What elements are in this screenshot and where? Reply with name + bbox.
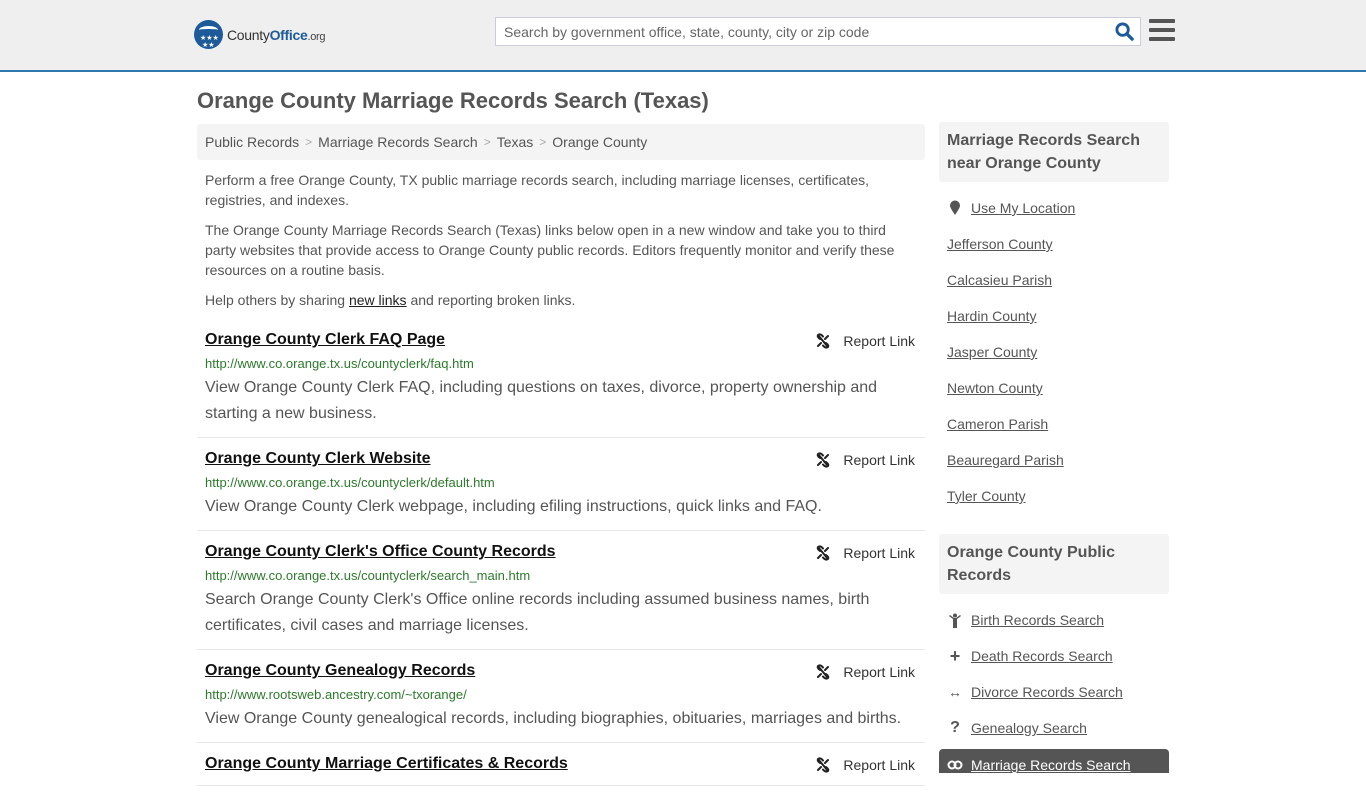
nearby-list: Use My Location Jefferson County Calcasi… (939, 182, 1169, 514)
sidebar: Marriage Records Search near Orange Coun… (939, 122, 1169, 773)
broken-link-icon (817, 664, 830, 680)
result-description: View Orange County Clerk FAQ, including … (205, 379, 878, 422)
breadcrumb-public-records[interactable]: Public Records (205, 134, 299, 150)
breadcrumb-separator: > (305, 135, 313, 149)
broken-link-icon (817, 333, 830, 349)
nearby-link-jasper-county[interactable]: Jasper County (947, 344, 1037, 360)
breadcrumb: Public Records > Marriage Records Search… (197, 124, 925, 160)
use-my-location-item: Use My Location (947, 190, 1161, 226)
nearby-item: Newton County (947, 370, 1161, 406)
report-link-button[interactable]: Report Link (815, 545, 915, 561)
breadcrumb-separator: > (483, 135, 491, 149)
hamburger-menu-button[interactable] (1149, 19, 1175, 41)
search-button[interactable] (1108, 18, 1140, 45)
rings-icon (947, 757, 963, 773)
public-records-heading: Orange County Public Records (939, 534, 1169, 594)
nearby-item: Cameron Parish (947, 406, 1161, 442)
broken-link-icon (817, 545, 830, 561)
arrows-horizontal-icon: ↔ (948, 684, 962, 700)
new-links-link[interactable]: new links (349, 292, 407, 308)
nearby-link-tyler-county[interactable]: Tyler County (947, 488, 1026, 504)
list-item: Orange County Clerk Website Report Link … (197, 448, 925, 531)
result-description: View Orange County Clerk webpage, includ… (205, 498, 822, 515)
active-sidebar-item: Marriage Records Search (939, 749, 1169, 773)
public-record-item: + Death Records Search (947, 638, 1161, 674)
report-link-button[interactable]: Report Link (815, 333, 915, 349)
nearby-item: Beauregard Parish (947, 442, 1161, 478)
search-icon (1114, 22, 1134, 41)
result-title-link[interactable]: Orange County Marriage Certificates & Re… (205, 753, 568, 775)
result-description: Search Orange County Clerk's Office onli… (205, 591, 870, 634)
intro-paragraph-3: Help others by sharing new links and rep… (205, 292, 576, 308)
nearby-heading: Marriage Records Search near Orange Coun… (939, 122, 1169, 182)
question-icon: ? (950, 719, 960, 736)
cross-icon: + (949, 645, 961, 666)
result-title-link[interactable]: Orange County Clerk FAQ Page (205, 329, 445, 351)
child-icon (947, 613, 963, 628)
search-bar (495, 17, 1141, 46)
list-item: Orange County Genealogy Records Report L… (197, 660, 925, 743)
intro-paragraph-2: The Orange County Marriage Records Searc… (205, 222, 895, 278)
eagle-logo-icon: ★★★ ★★ (194, 20, 223, 49)
result-url: http://www.co.orange.tx.us/countyclerk/s… (205, 568, 531, 583)
result-description: View Orange County genealogical records,… (205, 710, 902, 727)
broken-link-icon (817, 757, 830, 773)
result-url: http://www.co.orange.tx.us/countyclerk/f… (205, 356, 474, 371)
list-item: Orange County Clerk FAQ Page Report Link… (197, 329, 925, 438)
list-item: Orange County Clerk's Office County Reco… (197, 541, 925, 650)
nearby-link-cameron-parish[interactable]: Cameron Parish (947, 416, 1048, 432)
site-logo[interactable]: ★★★ ★★ CountyOffice.org (194, 20, 326, 49)
use-my-location-link[interactable]: Use My Location (971, 200, 1075, 216)
nearby-item: Jasper County (947, 334, 1161, 370)
genealogy-search-link[interactable]: Genealogy Search (971, 720, 1087, 736)
nearby-item: Tyler County (947, 478, 1161, 514)
report-link-button[interactable]: Report Link (815, 452, 915, 468)
result-title-link[interactable]: Orange County Clerk's Office County Reco… (205, 541, 556, 563)
nearby-item: Calcasieu Parish (947, 262, 1161, 298)
death-records-search-link[interactable]: Death Records Search (971, 648, 1113, 664)
page-title: Orange County Marriage Records Search (T… (197, 88, 709, 113)
broken-link-icon (817, 452, 830, 468)
nearby-link-newton-county[interactable]: Newton County (947, 380, 1043, 396)
breadcrumb-marriage-records-search[interactable]: Marriage Records Search (318, 134, 478, 150)
nearby-item: Hardin County (947, 298, 1161, 334)
birth-records-search-link[interactable]: Birth Records Search (971, 612, 1104, 628)
results-list: Orange County Clerk FAQ Page Report Link… (197, 329, 925, 786)
public-record-item: Birth Records Search (947, 602, 1161, 638)
divorce-records-search-link[interactable]: Divorce Records Search (971, 684, 1123, 700)
breadcrumb-orange-county[interactable]: Orange County (552, 134, 647, 150)
top-navigation-bar: ★★★ ★★ CountyOffice.org (0, 0, 1366, 72)
result-url: http://www.co.orange.tx.us/countyclerk/d… (205, 475, 495, 490)
list-item: Orange County Marriage Certificates & Re… (197, 753, 925, 786)
breadcrumb-separator: > (539, 135, 547, 149)
marriage-records-search-link[interactable]: Marriage Records Search (971, 757, 1131, 773)
result-title-link[interactable]: Orange County Clerk Website (205, 448, 431, 470)
nearby-link-calcasieu-parish[interactable]: Calcasieu Parish (947, 272, 1052, 288)
nearby-link-hardin-county[interactable]: Hardin County (947, 308, 1037, 324)
report-link-button[interactable]: Report Link (815, 664, 915, 680)
nearby-link-beauregard-parish[interactable]: Beauregard Parish (947, 452, 1064, 468)
public-records-list: Birth Records Search + Death Records Sea… (939, 594, 1169, 746)
result-url: http://www.rootsweb.ancestry.com/~txoran… (205, 687, 467, 702)
report-link-button[interactable]: Report Link (815, 757, 915, 773)
public-record-item: ↔ Divorce Records Search (947, 674, 1161, 710)
main-content: Public Records > Marriage Records Search… (197, 124, 925, 796)
intro-text: Perform a free Orange County, TX public … (197, 170, 925, 310)
public-record-item: ? Genealogy Search (947, 710, 1161, 746)
logo-text: CountyOffice.org (227, 26, 326, 43)
breadcrumb-texas[interactable]: Texas (497, 134, 534, 150)
nearby-item: Jefferson County (947, 226, 1161, 262)
search-input[interactable] (496, 18, 1108, 45)
result-title-link[interactable]: Orange County Genealogy Records (205, 660, 475, 682)
intro-paragraph-1: Perform a free Orange County, TX public … (205, 172, 869, 208)
nearby-link-jefferson-county[interactable]: Jefferson County (947, 236, 1053, 252)
map-pin-icon (947, 200, 963, 216)
